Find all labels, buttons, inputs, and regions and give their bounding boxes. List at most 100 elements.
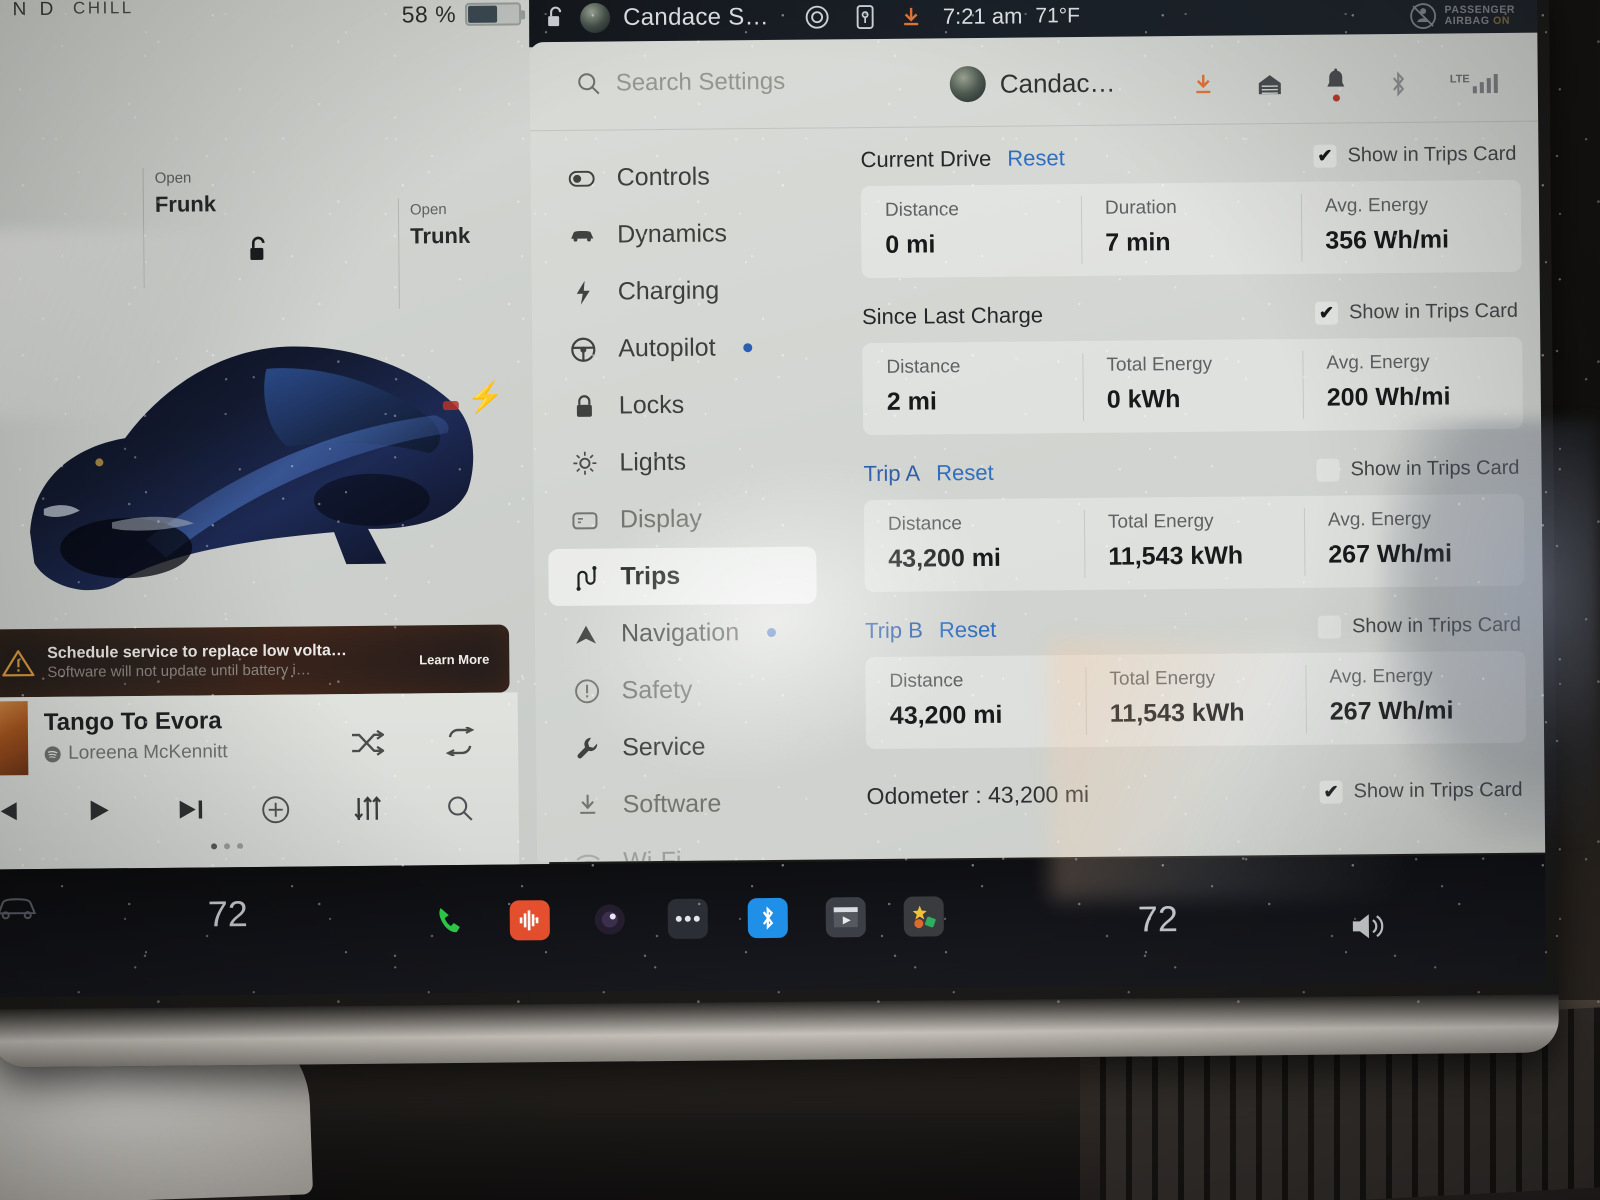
show-in-trips-card-current-drive[interactable]: ✔ Show in Trips Card xyxy=(1313,142,1517,168)
software-update-download-icon[interactable] xyxy=(900,5,922,29)
stat-label: Total Energy xyxy=(1107,510,1214,533)
unlocked-icon[interactable] xyxy=(545,5,567,31)
reset-current-drive-button[interactable]: Reset xyxy=(1007,145,1065,172)
profile-chip[interactable]: Candac… xyxy=(949,65,1116,103)
checkbox-odometer[interactable]: ✔ xyxy=(1319,780,1343,804)
theater-app[interactable] xyxy=(825,897,866,938)
sidebar-item-safety[interactable]: Safety xyxy=(549,660,840,720)
open-frunk-button[interactable]: Frunk xyxy=(155,191,216,218)
learn-more-button[interactable]: Learn More xyxy=(419,651,495,667)
stat-total-energy: Total Energy 11,543 kWh xyxy=(1085,653,1306,747)
lte-signal-icon[interactable]: LTE xyxy=(1450,72,1498,93)
driver-profile-name[interactable]: Candace S… xyxy=(623,3,769,32)
photo-of-tesla-touchscreen: P N D CHILL C D ⚠ ⚠ 58 % Open Frun xyxy=(0,0,1600,1200)
section-title-trip-b: Trip B xyxy=(864,617,923,644)
volume-icon[interactable] xyxy=(1350,910,1388,942)
checkbox-trip-a[interactable]: ✔ xyxy=(1316,458,1340,482)
search-input[interactable] xyxy=(615,66,946,98)
sidebar-label-software: Software xyxy=(622,789,722,819)
navigation-arrow-icon xyxy=(573,623,599,645)
sidebar-item-wifi[interactable]: Wi-Fi xyxy=(551,831,842,863)
car-icon[interactable] xyxy=(0,893,38,923)
stat-total-energy: Total Energy 0 kWh xyxy=(1082,339,1303,433)
reset-trip-b-button[interactable]: Reset xyxy=(939,617,997,644)
sidebar-item-service[interactable]: Service xyxy=(550,717,841,777)
show-in-trips-card-trip-a[interactable]: ✔ Show in Trips Card xyxy=(1316,456,1520,482)
sidebar-item-locks[interactable]: Locks xyxy=(547,375,838,435)
sidebar-item-autopilot[interactable]: Autopilot xyxy=(546,318,837,378)
sidebar-item-trips[interactable]: Trips xyxy=(548,546,817,607)
add-to-library-button[interactable] xyxy=(261,795,291,825)
gear-letter-strip[interactable]: C D ⚠ ⚠ xyxy=(0,0,14,328)
album-art[interactable] xyxy=(0,701,29,776)
shuffle-icon[interactable] xyxy=(350,729,385,757)
notification-texts: Schedule service to replace low volta… S… xyxy=(47,641,407,681)
sidebar-item-software[interactable]: Software xyxy=(550,774,841,834)
navigation-update-dot xyxy=(767,627,777,638)
bluetooth-app[interactable] xyxy=(747,897,788,939)
profile-avatar xyxy=(949,65,986,103)
show-in-trips-card-trip-b[interactable]: ✔ Show in Trips Card xyxy=(1317,613,1521,639)
stat-label: Avg. Energy xyxy=(1329,665,1433,688)
microphone-orb-icon xyxy=(594,904,625,935)
search-settings-field[interactable] xyxy=(576,66,946,98)
battery-indicator[interactable]: 58 % xyxy=(402,0,522,28)
stat-avg-energy: Avg. Energy 200 Wh/mi xyxy=(1302,337,1523,431)
sentry-mode-icon[interactable] xyxy=(804,4,830,30)
media-search-button[interactable] xyxy=(445,793,475,823)
bluetooth-icon[interactable] xyxy=(1389,70,1408,97)
bolt-icon xyxy=(570,279,596,305)
garage-homelink-icon[interactable] xyxy=(1257,72,1283,97)
warning-triangle-icon xyxy=(2,650,35,677)
show-in-trips-card-since-last-charge[interactable]: ✔ Show in Trips Card xyxy=(1314,299,1518,325)
autopilot-update-dot xyxy=(743,343,753,353)
sidebar-item-lights[interactable]: Lights xyxy=(547,432,838,492)
warning-glyph-2: ⚠ xyxy=(0,215,1,240)
checkbox-since-last-charge[interactable]: ✔ xyxy=(1314,301,1339,325)
unlocked-padlock-icon[interactable] xyxy=(245,235,271,270)
car-visualization-image[interactable] xyxy=(14,323,497,618)
airbag-line2-wrap: AIRBAG ON xyxy=(1445,15,1516,28)
toybox-app[interactable] xyxy=(903,896,944,937)
signal-bar-2 xyxy=(1479,81,1484,93)
previous-track-button[interactable] xyxy=(0,797,23,825)
sidebar-item-navigation[interactable]: Navigation xyxy=(549,603,840,663)
media-app[interactable] xyxy=(509,900,550,941)
next-track-button[interactable] xyxy=(175,795,207,823)
phone-app[interactable] xyxy=(430,901,470,946)
sidebar-item-display[interactable]: Display xyxy=(548,489,839,549)
stat-value: 267 Wh/mi xyxy=(1329,696,1454,726)
open-trunk-button[interactable]: Trunk xyxy=(410,223,470,250)
equalizer-button[interactable] xyxy=(353,794,383,824)
driver-temperature[interactable]: 72 xyxy=(208,893,248,935)
show-in-trips-card-odometer[interactable]: ✔ Show in Trips Card xyxy=(1319,778,1523,804)
notification-subtitle: Software will not update until battery i… xyxy=(47,661,311,681)
phone-key-icon[interactable] xyxy=(855,4,875,30)
checkbox-trip-b[interactable]: ✔ xyxy=(1317,615,1342,639)
repeat-icon[interactable] xyxy=(444,726,476,757)
play-button[interactable] xyxy=(85,796,113,824)
stat-avg-energy: Avg. Energy 267 Wh/mi xyxy=(1304,494,1525,588)
passenger-temperature[interactable]: 72 xyxy=(1138,898,1178,940)
section-header-trip-b: Trip B Reset ✔ Show in Trips Card xyxy=(865,608,1525,648)
checkbox-current-drive[interactable]: ✔ xyxy=(1313,144,1337,168)
service-notification-banner[interactable]: Schedule service to replace low volta… S… xyxy=(0,624,510,698)
sidebar-item-dynamics[interactable]: Dynamics xyxy=(545,204,836,264)
stat-value: 11,543 kWh xyxy=(1109,698,1245,728)
software-update-icon[interactable] xyxy=(1192,73,1215,98)
notifications-bell-wrap[interactable] xyxy=(1325,68,1347,102)
bottom-app-dock: 72 72 xyxy=(0,854,1547,998)
reset-trip-a-button[interactable]: Reset xyxy=(936,460,994,487)
sidebar-item-controls[interactable]: Controls xyxy=(544,147,835,207)
trips-content: Current Drive Reset ✔ Show in Trips Card… xyxy=(860,137,1527,813)
more-app[interactable] xyxy=(667,898,708,939)
driver-avatar[interactable] xyxy=(580,2,611,34)
stat-total-energy: Total Energy 11,543 kWh xyxy=(1084,496,1305,590)
notifications-bell-icon[interactable] xyxy=(1325,68,1347,94)
battery-fill xyxy=(468,5,498,23)
section-title-current-drive: Current Drive xyxy=(860,145,992,173)
sidebar-item-charging[interactable]: Charging xyxy=(545,261,836,321)
status-temperature: 71°F xyxy=(1035,4,1081,28)
track-title: Tango To Evora xyxy=(43,707,222,736)
voice-app[interactable] xyxy=(590,899,630,944)
